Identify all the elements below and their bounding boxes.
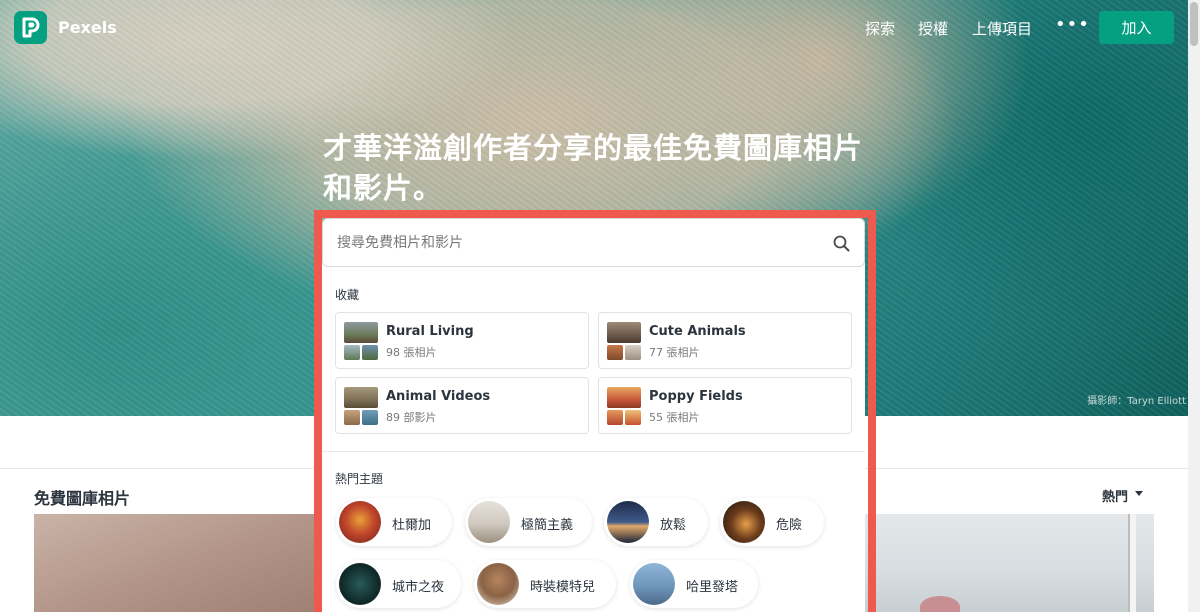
- pexels-logo-icon[interactable]: [14, 11, 47, 44]
- collection-count: 89 部影片: [386, 411, 437, 424]
- hat-shape: [920, 596, 960, 612]
- sort-dropdown[interactable]: 熱門: [1102, 486, 1128, 505]
- panel-divider: [322, 451, 865, 452]
- topic-chip-burj-khalifa[interactable]: 哈里發塔: [630, 560, 758, 608]
- hero-headline: 才華洋溢創作者分享的最佳免費圖庫相片和影片。: [323, 131, 864, 205]
- topic-thumbnail: [633, 563, 675, 605]
- topic-chip-durga[interactable]: 杜爾加: [336, 498, 452, 546]
- topic-label: 城市之夜: [392, 580, 445, 595]
- topic-chip-minimalism[interactable]: 極簡主義: [465, 498, 592, 546]
- search-suggestions-panel: 收藏 Rural Living 98 張相片 Cute Animals 77 張…: [322, 218, 865, 612]
- collections-label: 收藏: [335, 288, 360, 302]
- search-icon[interactable]: [833, 235, 850, 252]
- topic-thumbnail: [339, 563, 381, 605]
- top-nav: Pexels 探索 授權 上傳項目 ••• 加入: [0, 0, 1188, 56]
- collection-count: 77 張相片: [649, 346, 700, 359]
- nav-explore[interactable]: 探索: [865, 18, 895, 39]
- collection-card-cute-animals[interactable]: Cute Animals 77 張相片: [598, 312, 852, 369]
- section-title: 免費圖庫相片: [34, 489, 131, 508]
- search-bar: [322, 218, 865, 267]
- topic-label: 杜爾加: [392, 518, 432, 533]
- scrollbar-thumb[interactable]: [1190, 2, 1198, 46]
- topic-chip-relax[interactable]: 放鬆: [604, 498, 708, 546]
- collection-thumbnails: [344, 387, 378, 425]
- trending-topics-label: 熱門主題: [335, 472, 384, 486]
- topic-label: 放鬆: [660, 518, 687, 533]
- topic-thumbnail: [723, 501, 765, 543]
- nav-license[interactable]: 授權: [918, 18, 948, 39]
- collection-title: Poppy Fields: [649, 389, 743, 404]
- page-scrollbar[interactable]: [1188, 0, 1200, 612]
- collection-thumbnails: [607, 322, 641, 360]
- topic-label: 危險: [776, 518, 803, 533]
- photo-thumbnail[interactable]: [856, 514, 1154, 612]
- search-input[interactable]: [337, 232, 817, 254]
- photo-thumbnail[interactable]: [34, 514, 334, 612]
- topic-thumbnail: [477, 563, 519, 605]
- topic-chip-danger[interactable]: 危險: [720, 498, 824, 546]
- brand-name[interactable]: Pexels: [58, 18, 117, 37]
- collection-count: 98 張相片: [386, 346, 437, 359]
- collection-title: Rural Living: [386, 324, 474, 339]
- collection-thumbnails: [344, 322, 378, 360]
- collection-card-animal-videos[interactable]: Animal Videos 89 部影片: [335, 377, 589, 434]
- chevron-down-icon[interactable]: [1135, 491, 1143, 496]
- collection-count: 55 張相片: [649, 411, 700, 424]
- topic-label: 時裝模特兒: [530, 580, 596, 595]
- join-button[interactable]: 加入: [1099, 11, 1174, 44]
- collection-thumbnails: [607, 387, 641, 425]
- collection-card-rural-living[interactable]: Rural Living 98 張相片: [335, 312, 589, 369]
- topic-chip-fashion-model[interactable]: 時裝模特兒: [474, 560, 616, 608]
- photo-credit[interactable]: 攝影師：Taryn Elliott: [1087, 392, 1186, 407]
- more-menu-icon[interactable]: •••: [1055, 14, 1090, 35]
- topic-thumbnail: [468, 501, 510, 543]
- topic-label: 極簡主義: [521, 518, 574, 533]
- topic-label: 哈里發塔: [686, 580, 739, 595]
- topic-thumbnail: [607, 501, 649, 543]
- topic-chip-city-night[interactable]: 城市之夜: [336, 560, 461, 608]
- collection-title: Cute Animals: [649, 324, 746, 339]
- collection-card-poppy-fields[interactable]: Poppy Fields 55 張相片: [598, 377, 852, 434]
- tower-shape: [1128, 514, 1136, 612]
- collection-title: Animal Videos: [386, 389, 491, 404]
- topic-thumbnail: [339, 501, 381, 543]
- nav-upload[interactable]: 上傳項目: [972, 18, 1032, 39]
